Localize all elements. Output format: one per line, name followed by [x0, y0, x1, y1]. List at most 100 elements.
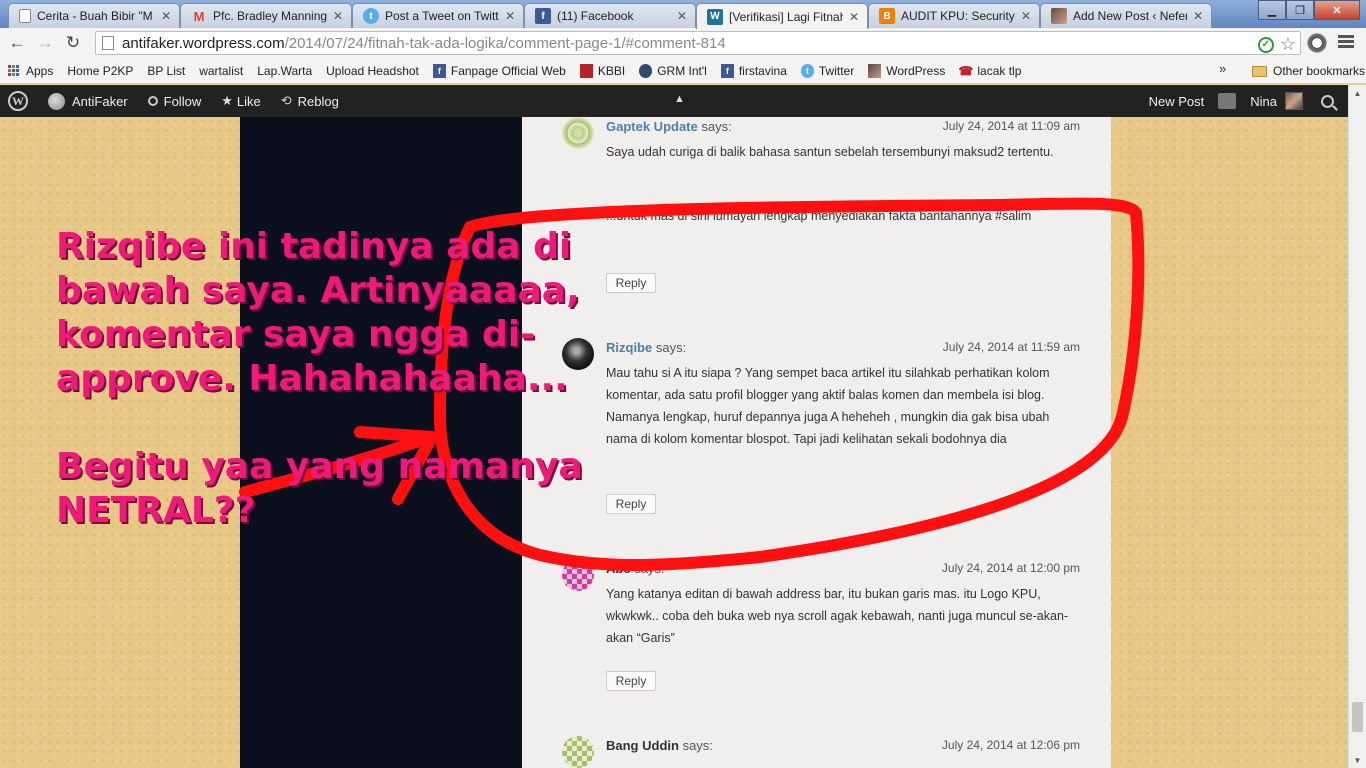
- bookmark-fanpage[interactable]: f Fanpage Official Web: [425, 60, 572, 82]
- browser-tab-4[interactable]: f (11) Facebook ✕: [524, 3, 696, 28]
- grm-icon: [639, 63, 653, 78]
- comment-says: says:: [634, 561, 665, 576]
- bookmark-home-p2kp[interactable]: Home P2KP: [0, 60, 139, 188]
- comment-text: Yang katanya editan di bawah address bar…: [606, 587, 1069, 645]
- bookmarks-bar: Apps Home P2KP BP List wartalist Lap.War…: [0, 58, 1366, 188]
- comment-header: Rizqibe says: July 24, 2014 at 11:59 am: [606, 340, 1080, 355]
- comment-date-link[interactable]: July 24, 2014 at 11:09 am: [943, 119, 1080, 133]
- bookmark-wartalist[interactable]: wartalist: [0, 60, 249, 188]
- close-icon[interactable]: ✕: [161, 9, 171, 23]
- tab-title: Post a Tweet on Twitt: [385, 9, 499, 23]
- close-icon[interactable]: ✕: [333, 9, 343, 23]
- wp-logo-button[interactable]: W: [0, 85, 38, 117]
- bookmark-kbbi[interactable]: KBBI: [572, 60, 631, 82]
- comment-date-link[interactable]: July 24, 2014 at 11:59 am: [943, 340, 1080, 354]
- reply-button[interactable]: Reply: [606, 494, 656, 514]
- comment-date-link[interactable]: July 24, 2014 at 12:06 pm: [942, 738, 1080, 752]
- follow-button[interactable]: Follow: [138, 85, 212, 117]
- new-post-button[interactable]: New Post: [1147, 85, 1207, 117]
- user-menu[interactable]: Nina: [1248, 85, 1305, 117]
- comment-author-link[interactable]: Gaptek Update: [606, 119, 698, 134]
- globe-icon: [48, 92, 65, 110]
- reply-button[interactable]: Reply: [606, 273, 656, 293]
- close-icon[interactable]: ✕: [1021, 9, 1031, 23]
- bookmark-star-icon[interactable]: ☆: [1280, 34, 1296, 55]
- scroll-up-arrow-icon[interactable]: ▲: [1349, 85, 1366, 101]
- minimize-button[interactable]: ▁: [1258, 0, 1286, 20]
- restore-button[interactable]: ❐: [1286, 0, 1314, 20]
- tab-title: (11) Facebook: [557, 9, 634, 23]
- bookmark-twitter[interactable]: t Twitter: [793, 60, 860, 82]
- follow-label: Follow: [163, 93, 202, 109]
- other-bookmarks[interactable]: Other bookmarks: [1244, 60, 1366, 82]
- browser-tab-2[interactable]: M Pfc. Bradley Manning ✕: [180, 3, 352, 28]
- menu-icon[interactable]: [1338, 35, 1354, 50]
- bookmarks-overflow-chevron[interactable]: »: [1219, 61, 1226, 76]
- close-icon[interactable]: ✕: [677, 9, 687, 23]
- bookmark-apps[interactable]: Apps: [0, 60, 59, 82]
- comment-header: Bang Uddin says: July 24, 2014 at 12:06 …: [606, 738, 1080, 753]
- gmail-icon: M: [193, 8, 205, 24]
- kbbi-icon: [579, 63, 593, 78]
- film-reel-icon[interactable]: [1306, 32, 1328, 54]
- address-bar[interactable]: antifaker.wordpress.com/2014/07/24/fitna…: [95, 31, 1301, 55]
- bookmark-label: Fanpage Official Web: [450, 63, 566, 78]
- twitter-icon: t: [800, 63, 814, 78]
- comment-date-link[interactable]: July 24, 2014 at 12:00 pm: [942, 561, 1080, 575]
- browser-tab-7[interactable]: Add New Post ‹ Nefer ✕: [1040, 3, 1212, 28]
- close-icon[interactable]: ✕: [849, 10, 859, 24]
- twitter-icon: t: [363, 8, 379, 24]
- close-icon[interactable]: ✕: [1193, 9, 1203, 23]
- reblog-button[interactable]: ⟲ Reblog: [271, 85, 349, 117]
- browser-tab-1[interactable]: Cerita - Buah Bibir "M ✕: [8, 3, 180, 28]
- tab-title: AUDIT KPU: Security A: [901, 9, 1015, 23]
- check-icon[interactable]: ✓: [1257, 36, 1274, 53]
- comment-text: ...untuk mas di sini lumayan lengkap men…: [606, 209, 1032, 223]
- tab-title: [Verifikasi] Lagi Fitnah: [729, 9, 843, 24]
- bookmark-label: wartalist: [199, 63, 244, 78]
- bookmark-label: Twitter: [818, 63, 855, 78]
- bookmark-label: Other bookmarks: [1273, 64, 1366, 78]
- page-scrollbar[interactable]: ▲ ▼: [1348, 85, 1366, 768]
- scrollbar-thumb[interactable]: [1352, 702, 1363, 732]
- bookmark-label: Lap.Warta: [257, 63, 313, 78]
- browser-tab-3[interactable]: t Post a Tweet on Twitt ✕: [352, 3, 524, 28]
- bookmark-lap-warta[interactable]: Lap.Warta: [0, 60, 318, 188]
- notifications-icon[interactable]: [1218, 93, 1237, 109]
- browser-toolbar: ← → ↻ antifaker.wordpress.com/2014/07/24…: [0, 28, 1366, 58]
- scroll-down-arrow-icon[interactable]: ▼: [1349, 752, 1366, 768]
- avatar-icon: [1051, 8, 1067, 24]
- bookmark-grm[interactable]: GRM Int'l: [631, 60, 713, 82]
- bookmark-firstavina[interactable]: f firstavina: [713, 60, 793, 82]
- comment-author-link[interactable]: Rizqibe: [606, 340, 652, 355]
- bookmark-label: lacak tlp: [977, 63, 1022, 78]
- search-icon[interactable]: [1321, 94, 1334, 108]
- forward-button[interactable]: →: [31, 30, 59, 56]
- site-name-button[interactable]: AntiFaker: [38, 85, 138, 117]
- tab-strip: Cerita - Buah Bibir "M ✕ M Pfc. Bradley …: [0, 0, 1366, 29]
- close-icon[interactable]: ✕: [505, 9, 515, 23]
- bookmark-upload-headshot[interactable]: Upload Headshot: [0, 60, 425, 188]
- site-name: AntiFaker: [72, 93, 128, 109]
- bookmark-lacak-tlp[interactable]: ☎ lacak tlp: [951, 60, 1027, 82]
- blogger-icon: B: [879, 8, 895, 24]
- bookmark-label: BP List: [147, 63, 186, 78]
- avatar: [1285, 92, 1303, 110]
- browser-tab-5-active[interactable]: W [Verifikasi] Lagi Fitnah ✕: [696, 3, 868, 29]
- tab-title: Add New Post ‹ Nefer: [1073, 9, 1187, 23]
- back-button[interactable]: ←: [3, 30, 31, 56]
- comment-says: says:: [655, 340, 687, 355]
- collapse-arrow-icon[interactable]: ▲: [674, 93, 685, 105]
- reply-button[interactable]: Reply: [606, 671, 656, 691]
- bookmark-wordpress[interactable]: WordPress: [860, 60, 951, 82]
- bookmark-bp-list[interactable]: BP List: [0, 60, 191, 188]
- avatar: [562, 736, 594, 768]
- folder-icon: [1252, 65, 1267, 77]
- browser-tab-6[interactable]: B AUDIT KPU: Security A ✕: [868, 3, 1040, 28]
- comment-header: Abc says: July 24, 2014 at 12:00 pm: [606, 561, 1080, 576]
- bookmark-label: KBBI: [597, 63, 626, 78]
- close-window-button[interactable]: ✕: [1314, 0, 1360, 20]
- like-button[interactable]: ★ Like: [211, 85, 271, 117]
- reload-button[interactable]: ↻: [59, 30, 87, 56]
- avatar: [562, 559, 594, 591]
